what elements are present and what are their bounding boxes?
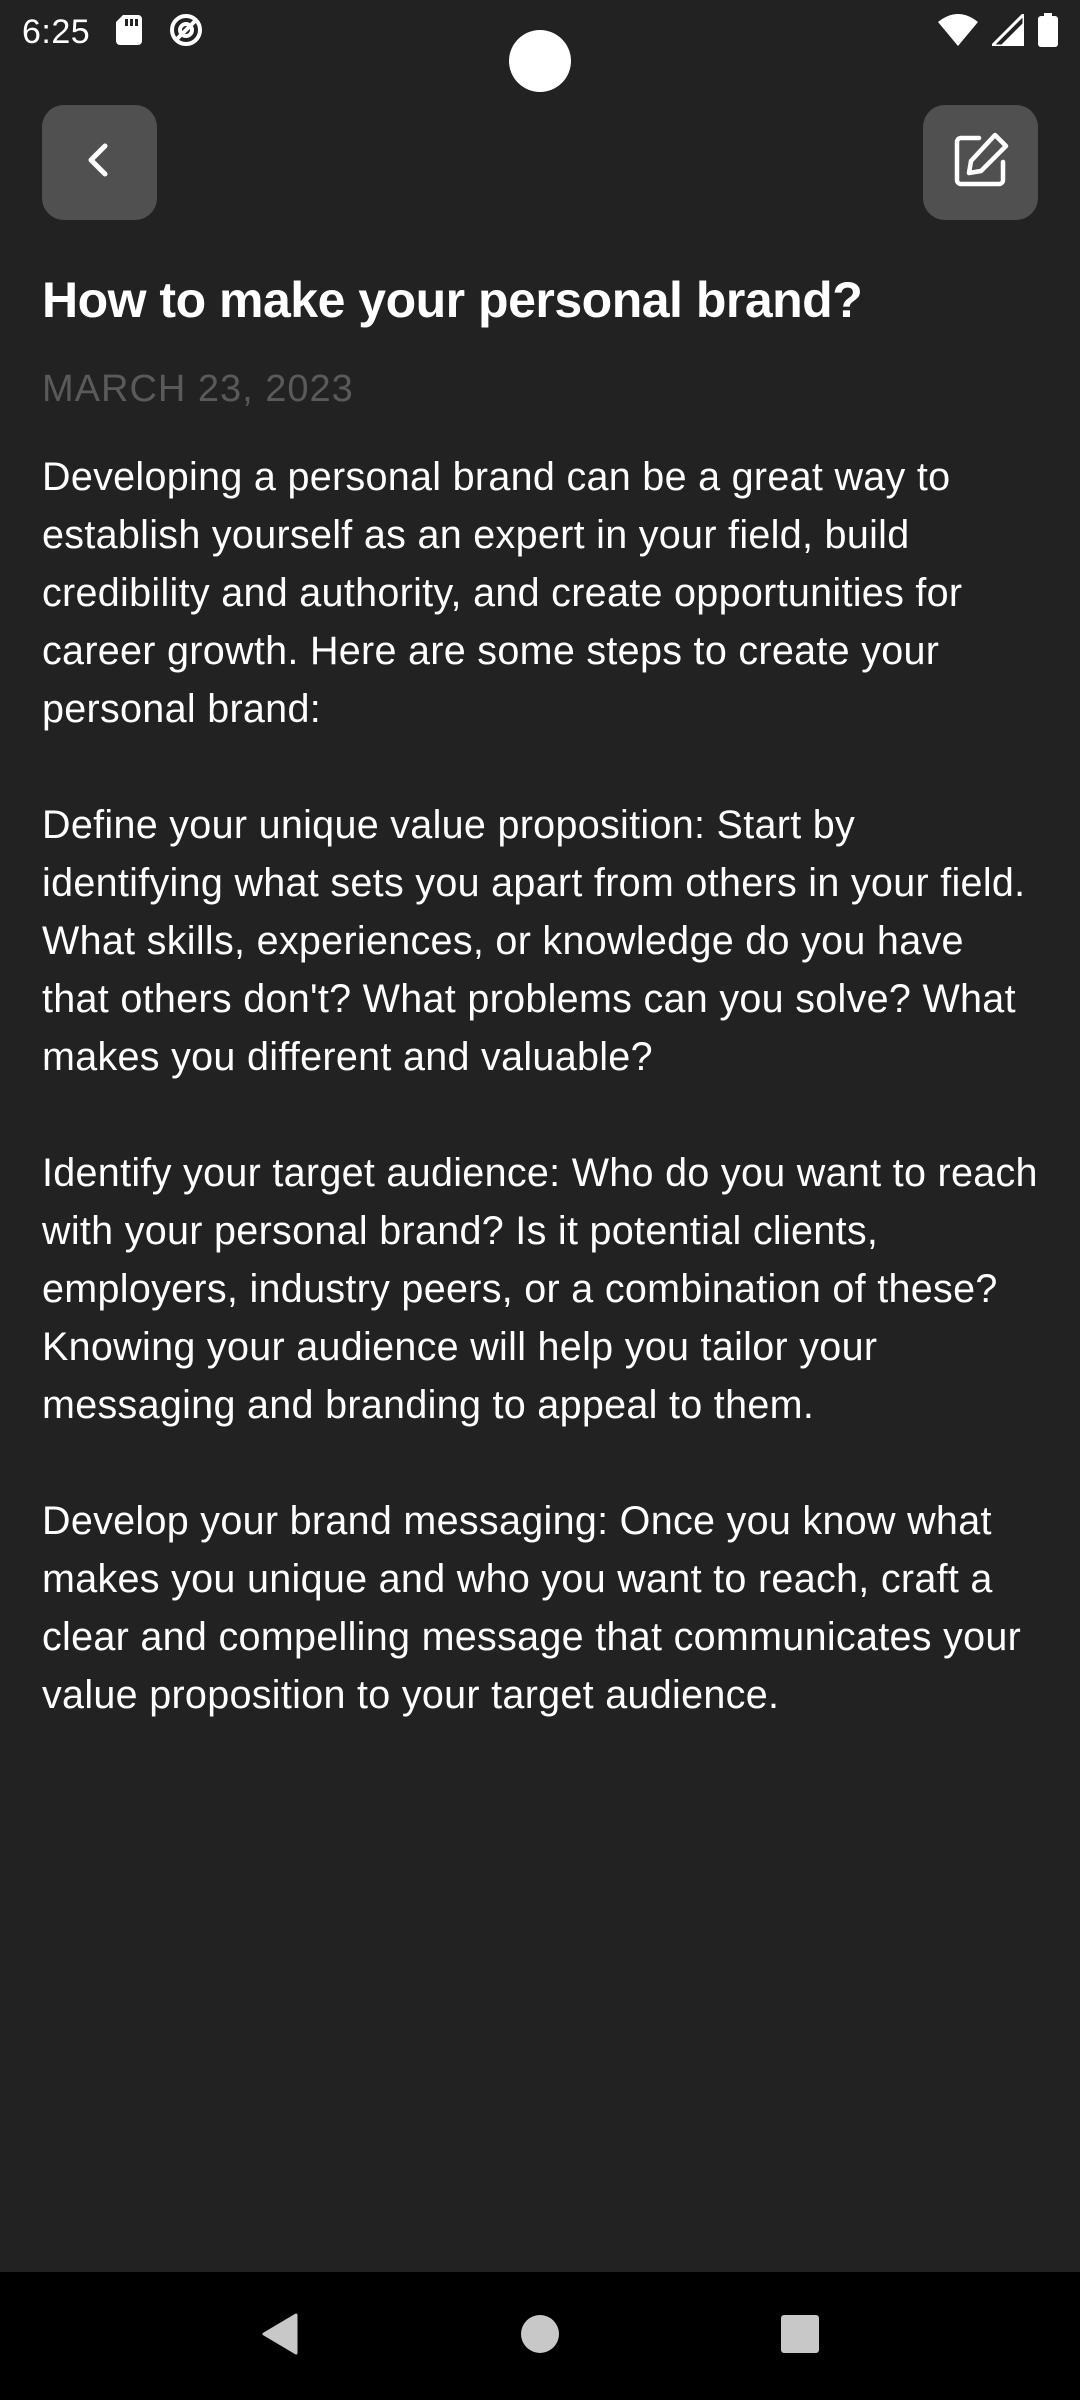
battery-icon <box>1038 12 1058 52</box>
camera-cutout <box>509 30 571 92</box>
nav-back-button[interactable] <box>240 2296 320 2376</box>
note-body: Developing a personal brand can be a gre… <box>42 448 1040 1782</box>
edit-button[interactable] <box>923 105 1038 220</box>
note-title: How to make your personal brand? <box>42 272 863 328</box>
status-left: 6:25 <box>22 12 204 53</box>
back-triangle-icon <box>260 2312 300 2361</box>
note-date: MARCH 23, 2023 <box>42 368 354 410</box>
system-nav-bar <box>0 2272 1080 2400</box>
note-paragraph: Identify your target audience: Who do yo… <box>42 1151 1038 1427</box>
sd-card-icon <box>116 14 143 50</box>
chevron-left-icon <box>78 138 122 187</box>
recents-square-icon <box>780 2314 820 2359</box>
note-paragraph: Developing a personal brand can be a gre… <box>42 455 963 731</box>
status-time: 6:25 <box>22 12 91 51</box>
note-paragraph: Develop your brand messaging: Once you k… <box>42 1499 1022 1717</box>
back-button[interactable] <box>42 105 157 220</box>
home-circle-icon <box>520 2314 560 2359</box>
note-detail-screen: 6:25 How to make your personal brand? MA… <box>0 0 1080 2400</box>
edit-note-icon <box>951 130 1011 195</box>
wifi-icon <box>938 13 978 51</box>
no-disturb-icon <box>168 12 204 53</box>
cellular-signal-icon <box>988 9 1026 51</box>
nav-home-button[interactable] <box>500 2296 580 2376</box>
status-right <box>938 9 1058 52</box>
note-paragraph: Define your unique value proposition: St… <box>42 803 1026 1079</box>
nav-recents-button[interactable] <box>760 2296 840 2376</box>
